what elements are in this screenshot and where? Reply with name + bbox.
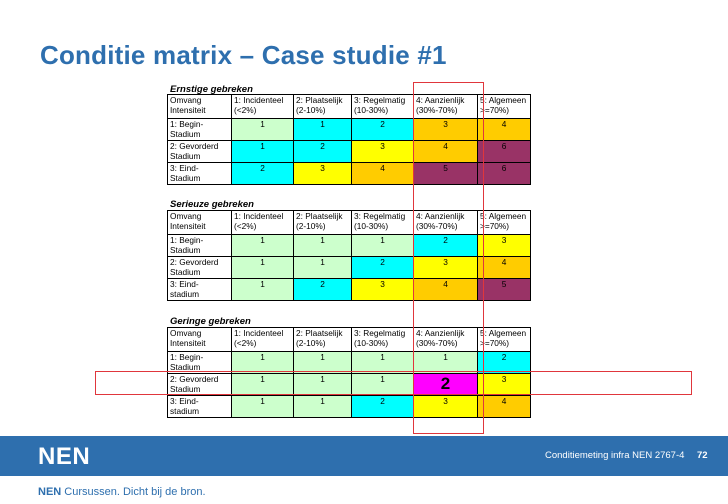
tagline-brand: NEN <box>38 486 62 498</box>
matrix-header-cell: 1: Incidenteel (<2%) <box>231 94 294 119</box>
matrix-header-cell: Omvang Intensiteit <box>167 210 232 235</box>
matrix-value-cell: 4 <box>477 395 531 418</box>
matrix-value-cell: 3 <box>351 278 414 301</box>
matrix-value-cell: 2 <box>351 118 414 141</box>
highlight-row-box <box>95 371 692 395</box>
matrix-value-cell: 1 <box>293 118 352 141</box>
matrix-value-cell: 3 <box>477 234 531 257</box>
matrix-header-cell: 3: Regelmatig (10-30%) <box>351 94 414 119</box>
matrix-value-cell: 1 <box>231 395 294 418</box>
matrix-value-cell: 2 <box>293 140 352 163</box>
matrix-row-label: 2: Gevorderd Stadium <box>167 256 232 279</box>
matrix-header-cell: 5: Algemeen >=70%) <box>477 94 531 119</box>
matrix-row-label: 3: Eind- Stadium <box>167 162 232 185</box>
matrix-value-cell: 5 <box>477 278 531 301</box>
matrix-value-cell: 6 <box>477 140 531 163</box>
matrix-row-label: 3: Eind-stadium <box>167 395 232 418</box>
matrix-value-cell: 3 <box>351 140 414 163</box>
matrix-row-label: 1: Begin- Stadium <box>167 118 232 141</box>
matrix-header-cell: 2: Plaatselijk (2-10%) <box>293 210 352 235</box>
matrix-value-cell: 1 <box>231 278 294 301</box>
matrix-value-cell: 1 <box>231 118 294 141</box>
matrix-header-cell: 5: Algemeen >=70%) <box>477 327 531 352</box>
matrix-value-cell: 4 <box>351 162 414 185</box>
matrix-value-cell: 1 <box>231 140 294 163</box>
matrix-row-label: 2: Gevorderd Stadium <box>167 140 232 163</box>
matrix-value-cell: 2 <box>351 256 414 279</box>
matrix-value-cell: 3 <box>293 162 352 185</box>
footer-bar: NEN Conditiemeting infra NEN 2767-4 72 <box>0 436 728 476</box>
slide-title: Conditie matrix – Case studie #1 <box>40 40 447 70</box>
matrix-header-cell: Omvang Intensiteit <box>167 94 232 119</box>
matrix-header-cell: 3: Regelmatig (10-30%) <box>351 327 414 352</box>
matrix-value-cell: 1 <box>293 234 352 257</box>
matrix-header-cell: 5: Algemeen >=70%) <box>477 210 531 235</box>
matrix-value-cell: 1 <box>351 234 414 257</box>
tagline: NEN Cursussen. Dicht bij de bron. <box>38 486 206 498</box>
matrix-value-cell: 1 <box>293 256 352 279</box>
matrix-value-cell: 1 <box>293 395 352 418</box>
matrix-row-label: 1: Begin- Stadium <box>167 234 232 257</box>
section-title-serieuze: Serieuze gebreken <box>170 199 254 210</box>
footer-caption: Conditiemeting infra NEN 2767-4 <box>545 450 685 461</box>
nen-logo: NEN <box>38 443 91 470</box>
matrix-header-cell: Omvang Intensiteit <box>167 327 232 352</box>
matrix-header-cell: 1: Incidenteel (<2%) <box>231 327 294 352</box>
matrix-value-cell: 4 <box>477 256 531 279</box>
matrix-value-cell: 1 <box>231 256 294 279</box>
matrix-value-cell: 2 <box>231 162 294 185</box>
matrix-header-cell: 2: Plaatselijk (2-10%) <box>293 327 352 352</box>
tagline-text: Cursussen. Dicht bij de bron. <box>64 486 206 498</box>
matrix-value-cell: 6 <box>477 162 531 185</box>
matrix-value-cell: 2 <box>351 395 414 418</box>
matrix-row-label: 3: Eind-stadium <box>167 278 232 301</box>
matrix-header-cell: 3: Regelmatig (10-30%) <box>351 210 414 235</box>
section-title-geringe: Geringe gebreken <box>170 316 251 327</box>
matrix-value-cell: 1 <box>231 234 294 257</box>
matrix-value-cell: 4 <box>477 118 531 141</box>
matrix-header-cell: 2: Plaatselijk (2-10%) <box>293 94 352 119</box>
matrix-value-cell: 2 <box>293 278 352 301</box>
page-number: 72 <box>697 450 708 461</box>
matrix-header-cell: 1: Incidenteel (<2%) <box>231 210 294 235</box>
